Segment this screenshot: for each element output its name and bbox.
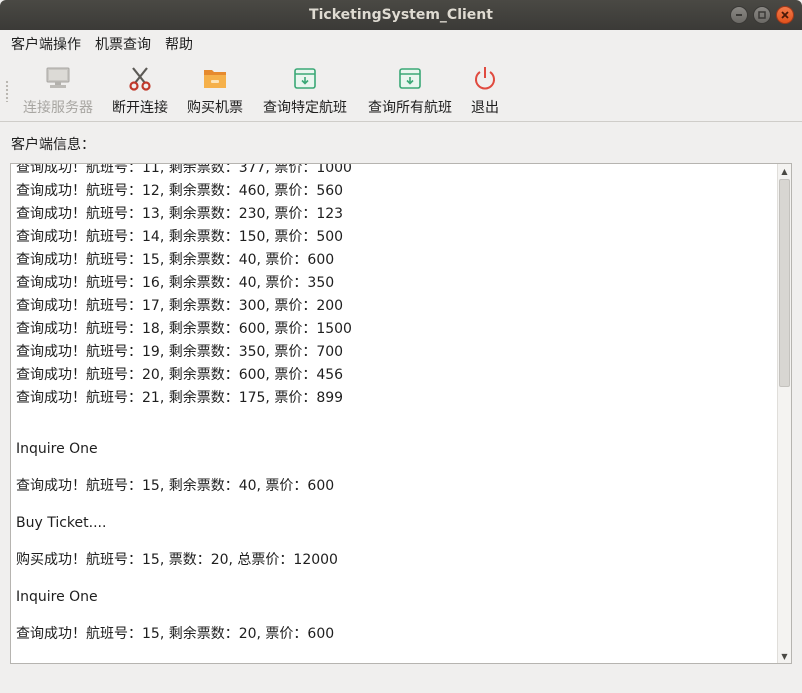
log-line: 查询成功！航班号：13, 剩余票数：230, 票价：123 (16, 206, 344, 222)
close-button[interactable] (776, 6, 794, 24)
exit-button[interactable]: 退出 (466, 60, 504, 118)
log-blank (16, 572, 773, 586)
log-line: 查询成功！航班号：21, 剩余票数：175, 票价：899 (16, 390, 344, 406)
disconnect-button[interactable]: 断开连接 (108, 60, 172, 118)
log-line: 查询成功！航班号：15, 剩余票数：20, 票价：600 (16, 626, 335, 642)
server-icon (46, 67, 70, 88)
log-blank (16, 535, 773, 549)
scissors-icon (129, 67, 151, 91)
download-box-icon (399, 68, 421, 89)
log-line: 购买成功！航班号：15, 票数：20, 总票价：12000 (16, 552, 338, 568)
connect-server-button[interactable]: 连接服务器 (20, 60, 96, 118)
log-blank (16, 410, 773, 424)
log-blank (16, 609, 773, 623)
disconnect-label: 断开连接 (112, 100, 168, 116)
log-line: 查询成功！航班号：20, 剩余票数：600, 票价：456 (16, 367, 344, 383)
log-line: 查询成功！航班号：16, 剩余票数：40, 票价：350 (16, 275, 335, 291)
window-controls (730, 6, 794, 24)
log-line: 查询成功！航班号：15, 剩余票数：40, 票价：600 (16, 252, 335, 268)
query-specific-flight-label: 查询特定航班 (263, 100, 347, 116)
menu-ticket-query[interactable]: 机票查询 (88, 34, 158, 54)
log-line: 查询成功！航班号：14, 剩余票数：150, 票价：500 (16, 229, 344, 245)
query-all-flights-label: 查询所有航班 (368, 100, 452, 116)
buy-ticket-label: 购买机票 (187, 100, 243, 116)
scroll-up-arrow-icon[interactable]: ▲ (778, 164, 791, 178)
log-content: 查询成功！航班号：11, 剩余票数：377, 票价：1000 查询成功！航班号：… (16, 163, 773, 646)
power-icon (475, 67, 495, 90)
log-blank (16, 424, 773, 438)
client-info-textarea[interactable]: 查询成功！航班号：11, 剩余票数：377, 票价：1000 查询成功！航班号：… (10, 163, 792, 664)
client-info-label: 客户端信息： (11, 137, 95, 153)
log-line: 查询成功！航班号：11, 剩余票数：377, 票价：1000 (16, 163, 352, 176)
query-specific-flight-button[interactable]: 查询特定航班 (258, 60, 352, 118)
log-line: Buy Ticket.... (16, 515, 107, 531)
toolbar: 连接服务器 断开连接 购买机票 查询特定航班 查询所有航班 退出 (0, 58, 802, 122)
query-all-flights-button[interactable]: 查询所有航班 (363, 60, 457, 118)
download-box-icon (294, 68, 316, 89)
log-blank (16, 498, 773, 512)
log-line: 查询成功！航班号：15, 剩余票数：40, 票价：600 (16, 478, 335, 494)
minimize-icon (736, 14, 742, 16)
scroll-down-arrow-icon[interactable]: ▼ (778, 649, 791, 663)
vertical-scrollbar[interactable]: ▲ ▼ (777, 164, 791, 663)
menu-bar: 客户端操作 机票查询 帮助 (0, 30, 802, 58)
menu-client-ops[interactable]: 客户端操作 (4, 34, 88, 54)
buy-ticket-button[interactable]: 购买机票 (183, 60, 247, 118)
log-line: 查询成功！航班号：17, 剩余票数：300, 票价：200 (16, 298, 344, 314)
maximize-icon (758, 11, 766, 19)
minimize-button[interactable] (730, 6, 748, 24)
status-bar (0, 670, 802, 693)
exit-label: 退出 (471, 100, 499, 116)
maximize-button[interactable] (753, 6, 771, 24)
log-line: 查询成功！航班号：19, 剩余票数：350, 票价：700 (16, 344, 344, 360)
folder-icon (204, 70, 226, 88)
toolbar-grip[interactable] (5, 80, 9, 102)
title-bar: TicketingSystem_Client (0, 0, 802, 30)
scrollbar-thumb[interactable] (779, 179, 790, 387)
log-line: Inquire One (16, 441, 98, 457)
menu-help[interactable]: 帮助 (158, 34, 200, 54)
log-blank (16, 461, 773, 475)
window-title: TicketingSystem_Client (309, 7, 493, 23)
connect-server-label: 连接服务器 (23, 100, 93, 116)
log-line: 查询成功！航班号：12, 剩余票数：460, 票价：560 (16, 183, 344, 199)
log-line: 查询成功！航班号：18, 剩余票数：600, 票价：1500 (16, 321, 352, 337)
log-line: Inquire One (16, 589, 98, 605)
close-icon (781, 11, 789, 19)
